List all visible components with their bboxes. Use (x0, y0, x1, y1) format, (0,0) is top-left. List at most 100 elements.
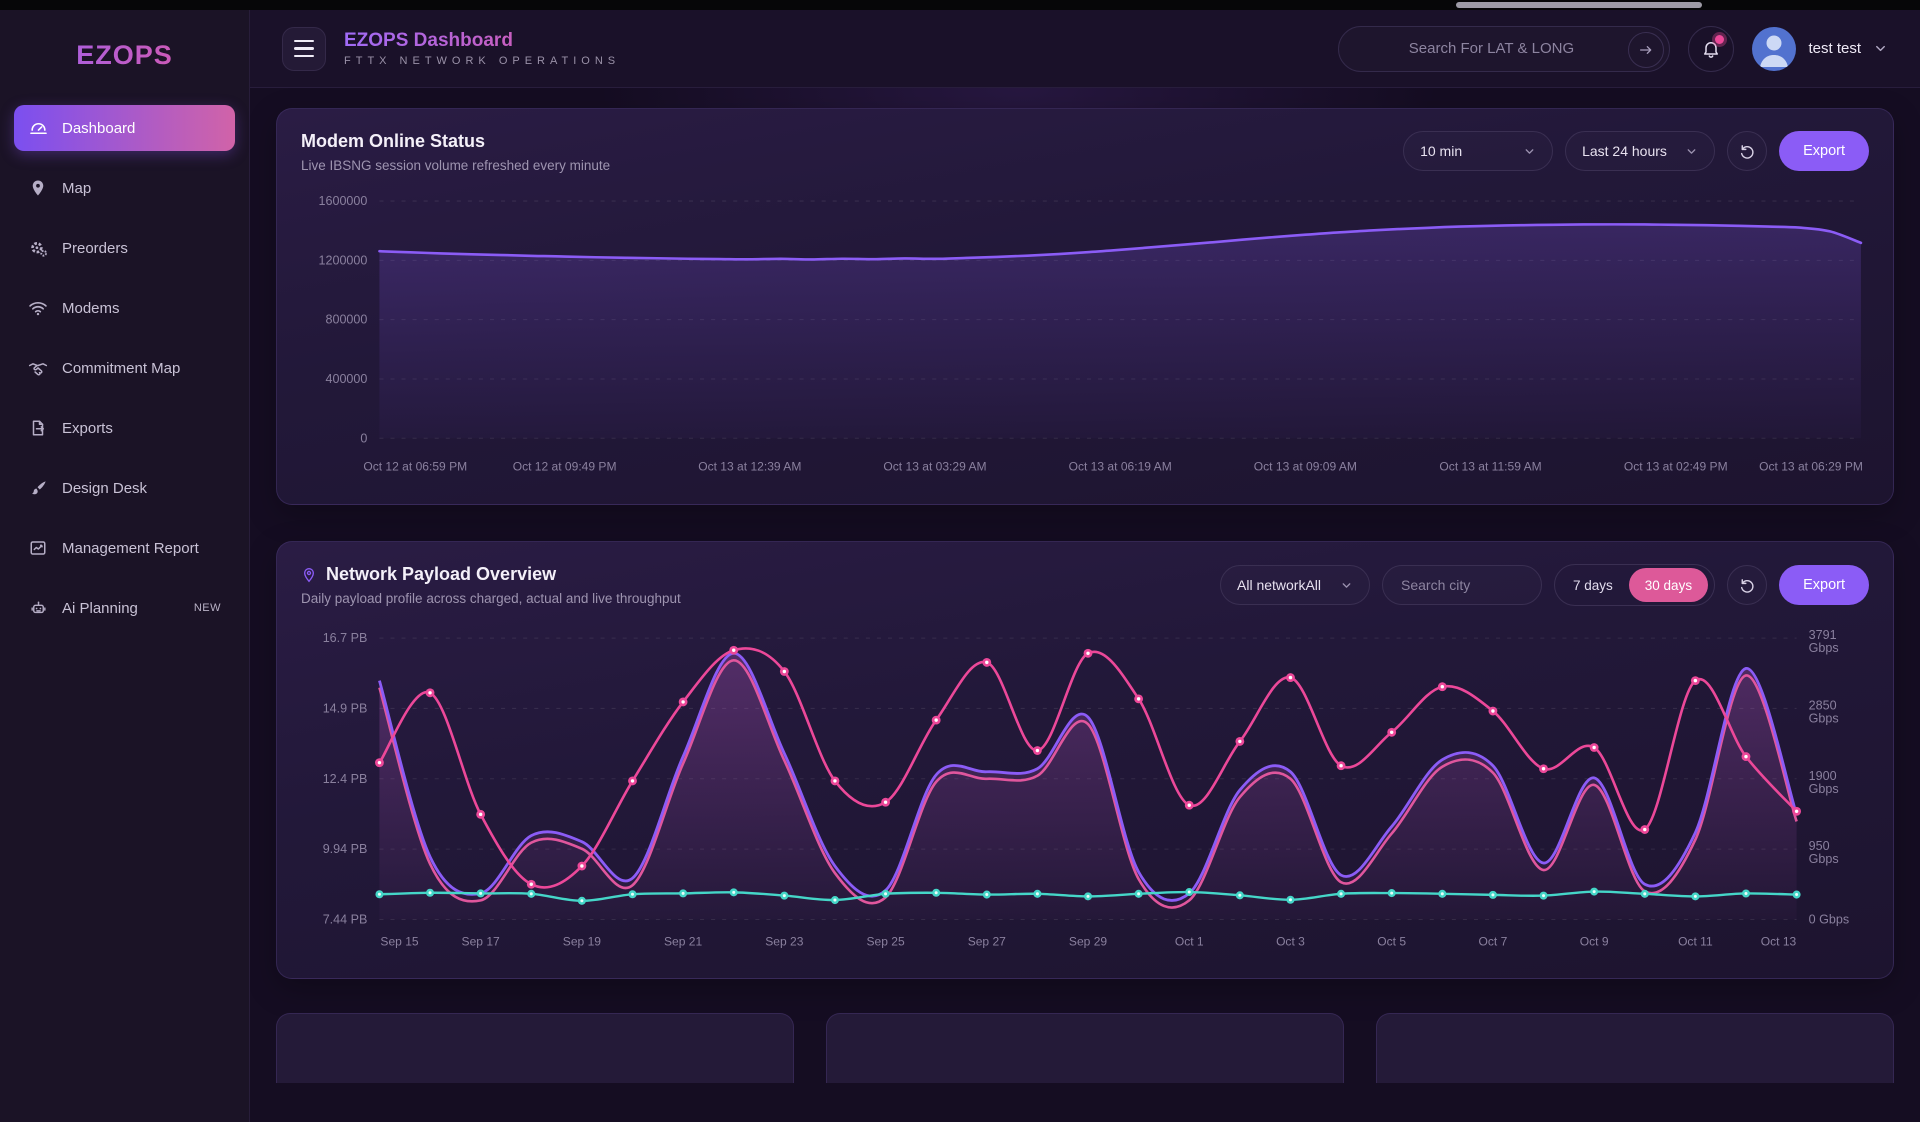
live-marker-center (682, 892, 685, 895)
content-scroll-area[interactable]: Modem Online Status Live IBSNG session v… (250, 88, 1920, 1122)
page-subtitle: FTTX NETWORK OPERATIONS (344, 55, 620, 67)
charged-marker-center (1592, 746, 1595, 749)
scrollbar-thumb[interactable] (1456, 2, 1702, 8)
handshake-icon (28, 358, 48, 378)
live-marker-center (1340, 893, 1343, 896)
live-marker-center (1491, 894, 1494, 897)
notifications-button[interactable] (1688, 26, 1734, 72)
wifi-icon (28, 298, 48, 318)
search-submit-button[interactable] (1628, 32, 1664, 68)
axis-tick-label: Gbps (1809, 642, 1839, 656)
axis-tick-label: Oct 12 at 06:59 PM (363, 459, 467, 473)
sidebar-item-management-report[interactable]: Management Report (14, 525, 235, 571)
live-marker-center (783, 895, 786, 898)
chevron-down-icon (1873, 41, 1888, 56)
refresh-icon (1739, 143, 1756, 160)
axis-tick-label: Sep 15 (380, 935, 418, 949)
user-menu[interactable]: test test (1752, 27, 1888, 71)
axis-tick-label: Oct 13 at 06:29 PM (1759, 459, 1863, 473)
charged-marker-center (580, 865, 583, 868)
sidebar-item-design-desk[interactable]: Design Desk (14, 465, 235, 511)
axis-tick-label: Oct 13 at 11:59 AM (1439, 459, 1541, 473)
refresh-button[interactable] (1727, 565, 1767, 605)
time-range-select[interactable]: Last 24 hours (1565, 131, 1715, 171)
live-marker-center (631, 893, 634, 896)
interval-select-value: 10 min (1420, 143, 1462, 159)
axis-tick-label: 0 (360, 431, 367, 445)
sidebar-item-label: Exports (62, 420, 113, 437)
toggle-7-days[interactable]: 7 days (1561, 578, 1625, 593)
live-marker-center (429, 892, 432, 895)
payload-chart-svg: 16.7 PB14.9 PB12.4 PB9.94 PB7.44 PB3791G… (301, 622, 1869, 956)
charged-marker-center (1744, 755, 1747, 758)
charged-marker-center (1390, 731, 1393, 734)
time-range-select-value: Last 24 hours (1582, 143, 1667, 159)
live-marker-center (530, 893, 533, 896)
city-search-input[interactable] (1401, 577, 1523, 593)
hamburger-menu-button[interactable] (282, 27, 326, 71)
axis-tick-label: 14.9 PB (323, 702, 368, 716)
sidebar-nav: Dashboard Map Preorders Modems (0, 105, 249, 631)
axis-tick-label: Oct 13 at 03:29 AM (883, 459, 986, 473)
live-marker-center (935, 892, 938, 895)
live-marker-center (1795, 894, 1798, 897)
axis-tick-label: Oct 13 at 06:19 AM (1069, 459, 1172, 473)
sidebar-item-dashboard[interactable]: Dashboard (14, 105, 235, 151)
header-search (1338, 26, 1670, 72)
sidebar-item-exports[interactable]: Exports (14, 405, 235, 451)
sidebar-item-ai-planning[interactable]: Ai Planning NEW (14, 585, 235, 631)
file-export-icon (28, 418, 48, 438)
chart-line-icon (28, 538, 48, 558)
robot-icon (28, 598, 48, 618)
gears-icon (28, 238, 48, 258)
live-marker-center (884, 893, 887, 896)
top-header: EZOPS Dashboard FTTX NETWORK OPERATIONS … (250, 10, 1920, 88)
axis-tick-label: 1600000 (319, 194, 368, 208)
sidebar-item-label: Design Desk (62, 480, 147, 497)
charged-marker-center (1238, 740, 1241, 743)
charged-marker-center (681, 701, 684, 704)
export-button[interactable]: Export (1779, 565, 1869, 605)
axis-tick-label: 800000 (325, 313, 367, 327)
export-button[interactable]: Export (1779, 131, 1869, 171)
search-input[interactable] (1339, 27, 1669, 71)
sidebar-item-label: Commitment Map (62, 360, 180, 377)
axis-tick-label: Oct 5 (1377, 935, 1406, 949)
modem-chart: 160000012000008000004000000Oct 12 at 06:… (301, 189, 1869, 482)
card-subtitle: Daily payload profile across charged, ac… (301, 591, 681, 606)
sidebar-item-preorders[interactable]: Preorders (14, 225, 235, 271)
live-marker-center (1542, 895, 1545, 898)
sidebar-item-commitment-map[interactable]: Commitment Map (14, 345, 235, 391)
charged-marker-center (1137, 698, 1140, 701)
refresh-icon (1739, 577, 1756, 594)
charged-marker-center (1339, 765, 1342, 768)
sidebar-item-label: Modems (62, 300, 120, 317)
network-select[interactable]: All networkAll (1220, 565, 1370, 605)
sidebar-item-map[interactable]: Map (14, 165, 235, 211)
payload-chart: 16.7 PB14.9 PB12.4 PB9.94 PB7.44 PB3791G… (301, 622, 1869, 956)
charged-marker-center (378, 761, 381, 764)
card-subtitle: Live IBSNG session volume refreshed ever… (301, 158, 610, 173)
charged-marker-center (732, 649, 735, 652)
interval-select[interactable]: 10 min (1403, 131, 1553, 171)
gauge-icon (28, 118, 48, 138)
charged-marker-center (1491, 710, 1494, 713)
live-marker-center (1390, 892, 1393, 895)
live-marker-center (833, 899, 836, 902)
charged-marker-center (1643, 828, 1646, 831)
charged-marker-center (1694, 679, 1697, 682)
chevron-down-icon (1523, 145, 1536, 158)
browser-top-strip (0, 0, 1920, 10)
refresh-button[interactable] (1727, 131, 1767, 171)
axis-tick-label: Oct 11 (1678, 935, 1713, 949)
sidebar-item-modems[interactable]: Modems (14, 285, 235, 331)
new-badge: NEW (194, 602, 221, 614)
toggle-30-days[interactable]: 30 days (1629, 568, 1708, 602)
modem-chart-svg: 160000012000008000004000000Oct 12 at 06:… (301, 189, 1869, 482)
sidebar-item-label: Management Report (62, 540, 199, 557)
charged-marker-center (985, 661, 988, 664)
charged-marker-center (1542, 768, 1545, 771)
axis-tick-label: Oct 9 (1580, 935, 1609, 949)
sidebar-item-label: Dashboard (62, 120, 135, 137)
live-marker-center (1137, 893, 1140, 896)
